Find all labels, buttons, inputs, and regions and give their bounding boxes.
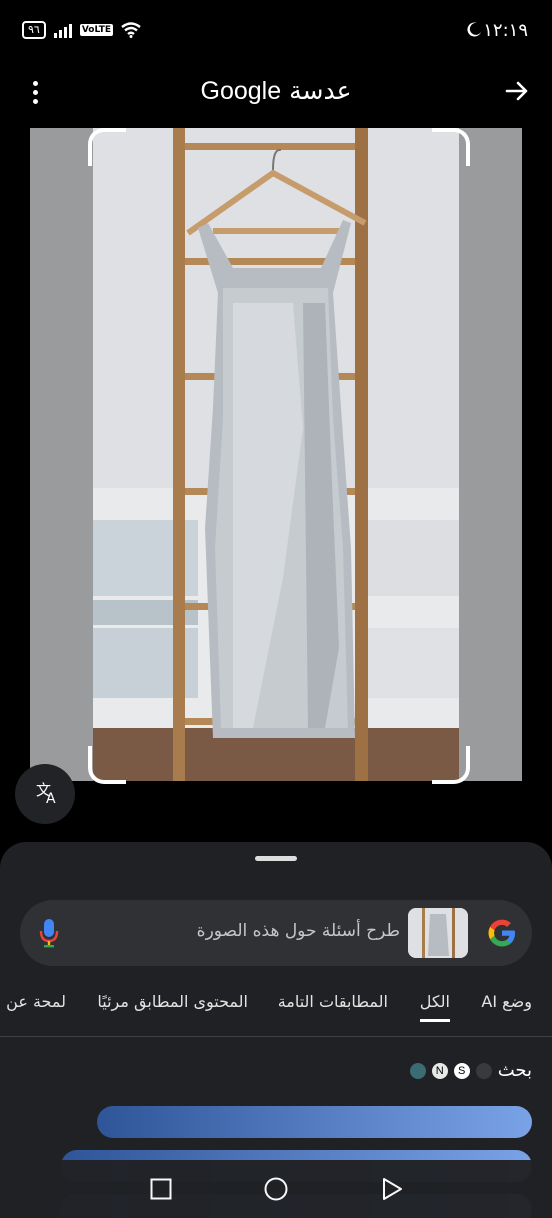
dress-on-ladder-illustration xyxy=(93,128,459,781)
status-left: ٩٦ VoLTE xyxy=(22,21,141,39)
recents-icon[interactable] xyxy=(150,1178,172,1200)
crop-corner-bottom-right[interactable] xyxy=(432,746,470,784)
back-icon[interactable] xyxy=(380,1177,404,1201)
clock: ١٢:١٩ xyxy=(483,20,528,41)
query-badge-teal xyxy=(409,1062,426,1079)
wifi-icon xyxy=(121,22,141,38)
tab-about[interactable]: لمحة عن xyxy=(6,992,66,1011)
query-badge-logo: N xyxy=(431,1062,448,1079)
captured-image[interactable] xyxy=(30,128,522,781)
svg-text:A: A xyxy=(46,791,56,807)
photo-scene xyxy=(93,128,459,781)
search-input[interactable]: طرح أسئلة حول هذه الصورة xyxy=(197,921,400,941)
search-bar[interactable]: طرح أسئلة حول هذه الصورة xyxy=(20,900,532,966)
crop-corner-bottom-left[interactable] xyxy=(88,746,126,784)
tab-ai-mode[interactable]: وضع AI xyxy=(481,992,532,1011)
mic-icon[interactable] xyxy=(38,917,60,949)
sheet-drag-handle[interactable] xyxy=(255,856,297,861)
signal-icon xyxy=(53,22,72,38)
query-badge-dark xyxy=(475,1062,492,1079)
crop-corner-top-right[interactable] xyxy=(432,128,470,166)
result-tabs: وضع AI الكل المطابقات التامة المحتوى الم… xyxy=(0,992,552,1028)
tabs-divider xyxy=(0,1036,552,1037)
page-title: Google عدسة xyxy=(0,76,552,106)
query-suggestion[interactable]: بحث S N xyxy=(409,1060,532,1081)
lens-header: Google عدسة xyxy=(0,62,552,122)
tab-all[interactable]: الكل xyxy=(419,992,450,1022)
translate-icon: 文 A xyxy=(36,781,56,807)
translate-button[interactable]: 文 A xyxy=(15,764,75,824)
tab-exact-matches[interactable]: المطابقات التامة xyxy=(278,992,388,1011)
do-not-disturb-icon xyxy=(467,22,481,37)
query-word: بحث xyxy=(497,1060,532,1081)
query-badge-s: S xyxy=(453,1062,470,1079)
battery-indicator: ٩٦ xyxy=(22,21,46,39)
image-thumbnail[interactable] xyxy=(408,908,468,958)
title-word: عدسة xyxy=(289,76,352,105)
loading-skeleton-bar xyxy=(97,1106,532,1138)
google-g-icon[interactable] xyxy=(486,917,518,949)
system-nav-bar xyxy=(0,1160,552,1218)
volte-badge: VoLTE xyxy=(79,24,114,36)
crop-corner-top-left[interactable] xyxy=(88,128,126,166)
tab-visual-matches[interactable]: المحتوى المطابق مرئيًا xyxy=(97,992,248,1011)
home-icon[interactable] xyxy=(264,1177,288,1201)
status-bar: ٩٦ VoLTE ١٢:١٩ xyxy=(0,0,552,62)
title-brand: Google xyxy=(200,77,282,105)
arrow-right-icon[interactable] xyxy=(502,76,532,106)
